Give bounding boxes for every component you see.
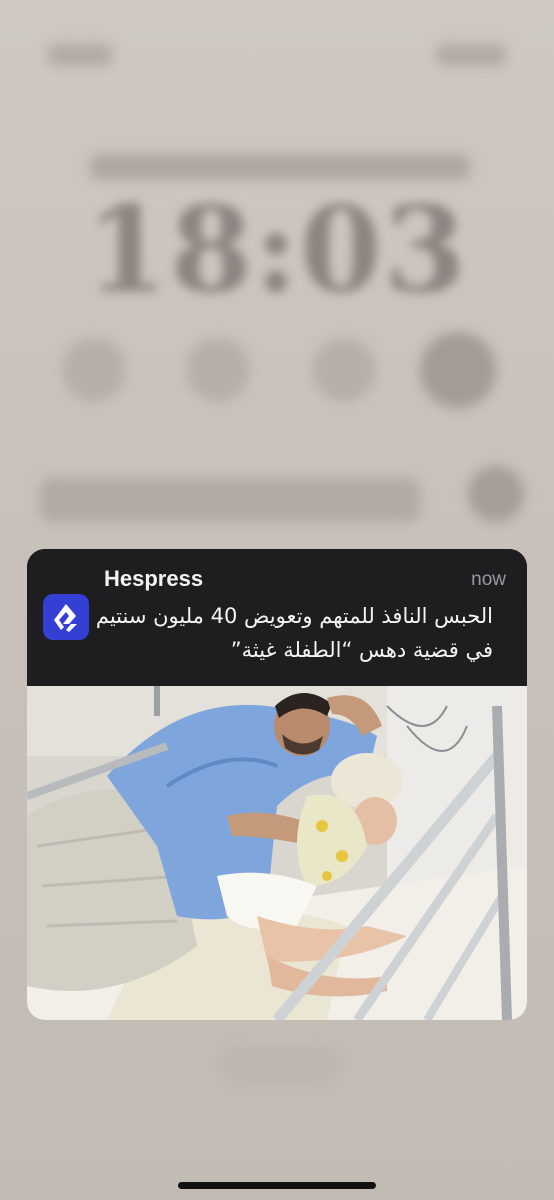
- widget-blurred: [62, 338, 126, 402]
- hespress-logo-icon: [43, 594, 89, 640]
- status-bar-left-blurred: [48, 44, 112, 66]
- home-indicator[interactable]: [178, 1182, 376, 1189]
- widget-blurred: [186, 338, 250, 402]
- lock-screen-clock: 18:03: [86, 180, 468, 319]
- widget-blurred: [312, 338, 376, 402]
- app-name: Hespress: [104, 566, 204, 591]
- lock-screen-date-blurred: [90, 154, 470, 180]
- notification-card[interactable]: Hespress now الحبس النافذ للمتهم وتعويض …: [27, 549, 527, 1020]
- widget-blurred: [420, 332, 496, 408]
- widget-circle-blurred: [468, 466, 524, 522]
- lock-screen-footer-blurred: [220, 1046, 340, 1082]
- status-bar-right-blurred: [436, 44, 506, 66]
- widget-row-blurred: [40, 478, 420, 522]
- notification-time: now: [471, 569, 506, 590]
- notification-photo: [27, 686, 527, 1020]
- notification-message: الحبس النافذ للمتهم وتعويض 40 مليون سنتي…: [95, 604, 493, 662]
- notification-header: Hespress now الحبس النافذ للمتهم وتعويض …: [27, 549, 527, 686]
